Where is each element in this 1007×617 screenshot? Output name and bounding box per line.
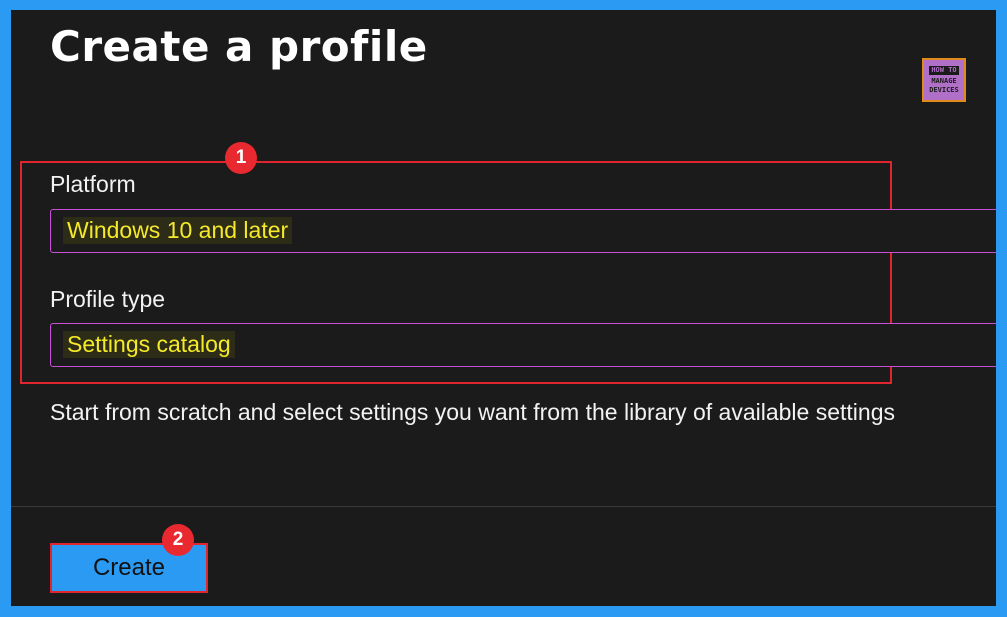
- logo-text-line1: HOW TO: [929, 65, 959, 75]
- profile-type-select[interactable]: Settings catalog: [50, 323, 996, 367]
- platform-select[interactable]: Windows 10 and later: [50, 209, 996, 253]
- profile-type-label: Profile type: [50, 286, 166, 312]
- how-to-manage-devices-logo: HOW TO MANAGE DEVICES: [922, 58, 966, 102]
- platform-label: Platform: [50, 171, 136, 197]
- step-badge-2: 2: [162, 524, 194, 556]
- profile-type-select-value: Settings catalog: [63, 331, 235, 358]
- profile-type-description: Start from scratch and select settings y…: [50, 399, 895, 425]
- create-profile-panel: Create a profile HOW TO MANAGE DEVICES 1…: [11, 10, 996, 606]
- step-badge-1: 1: [225, 142, 257, 174]
- footer-divider: [11, 506, 996, 507]
- page-title: Create a profile: [50, 22, 428, 71]
- logo-text-line2: MANAGE: [931, 76, 957, 85]
- logo-text-line3: DEVICES: [929, 85, 959, 94]
- platform-select-value: Windows 10 and later: [63, 217, 293, 244]
